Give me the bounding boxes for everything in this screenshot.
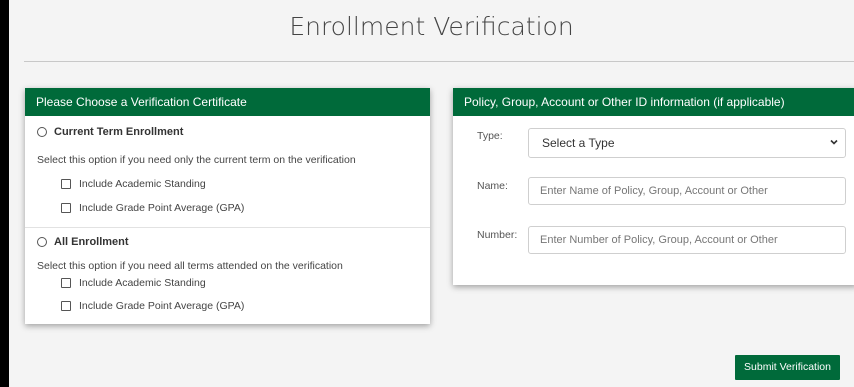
type-select[interactable]: Select a Type [528, 128, 846, 158]
checkbox[interactable] [61, 301, 71, 311]
radio-button[interactable] [37, 237, 47, 247]
chevron-down-icon [830, 139, 838, 145]
name-input[interactable]: Enter Name of Policy, Group, Account or … [528, 177, 846, 205]
radio-label: All Enrollment [54, 236, 129, 248]
radio-label: Current Term Enrollment [54, 126, 184, 138]
radio-all-enrollment[interactable]: All Enrollment [37, 236, 129, 248]
checkbox-label: Include Grade Point Average (GPA) [79, 300, 245, 312]
submit-verification-button[interactable]: Submit Verification [735, 355, 840, 380]
checkbox[interactable] [61, 179, 71, 189]
option-description: Select this option if you need only the … [37, 154, 356, 166]
checkbox-label: Include Grade Point Average (GPA) [79, 202, 245, 214]
option-description: Select this option if you need all terms… [37, 260, 343, 272]
checkbox[interactable] [61, 278, 71, 288]
page: Enrollment Verification Please Choose a … [9, 0, 854, 387]
checkbox-label: Include Academic Standing [79, 178, 206, 190]
type-select-value: Select a Type [542, 136, 615, 150]
checkbox[interactable] [61, 203, 71, 213]
radio-current-term[interactable]: Current Term Enrollment [37, 126, 183, 138]
title-divider [24, 61, 854, 62]
checkbox-current-academic-standing[interactable]: Include Academic Standing [61, 178, 206, 190]
policy-card-header: Policy, Group, Account or Other ID infor… [453, 88, 854, 116]
number-label: Number: [477, 229, 518, 241]
radio-button[interactable] [37, 127, 47, 137]
checkbox-current-gpa[interactable]: Include Grade Point Average (GPA) [61, 202, 244, 214]
checkbox-all-gpa[interactable]: Include Grade Point Average (GPA) [61, 300, 244, 312]
checkbox-label: Include Academic Standing [79, 277, 206, 289]
option-divider [25, 227, 430, 228]
checkbox-all-academic-standing[interactable]: Include Academic Standing [61, 277, 206, 289]
number-input[interactable]: Enter Number of Policy, Group, Account o… [528, 226, 846, 254]
type-label: Type: [477, 130, 503, 142]
page-title: Enrollment Verification [289, 12, 574, 41]
certificate-card-header: Please Choose a Verification Certificate [25, 88, 430, 116]
name-label: Name: [477, 180, 508, 192]
certificate-card: Please Choose a Verification Certificate… [25, 88, 430, 324]
policy-card: Policy, Group, Account or Other ID infor… [453, 88, 854, 285]
